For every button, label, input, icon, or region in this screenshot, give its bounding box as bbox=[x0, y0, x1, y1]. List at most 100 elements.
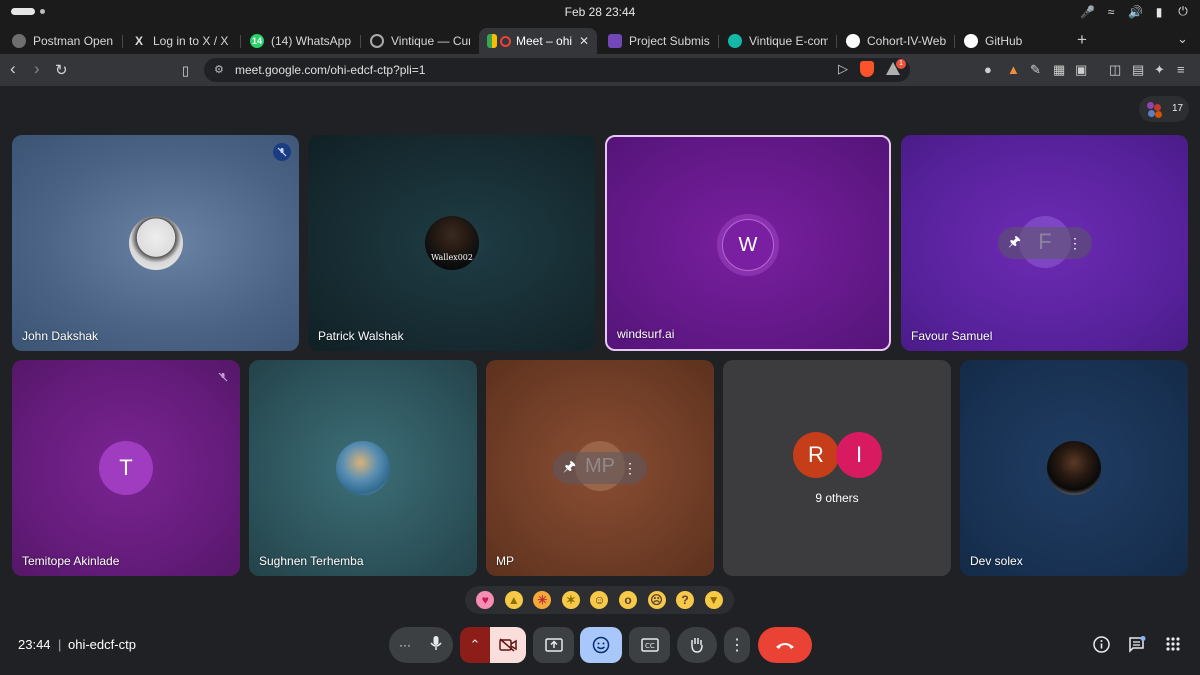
send-to-device-icon[interactable]: ▷ bbox=[838, 61, 848, 77]
participants-chip[interactable]: 17 bbox=[1139, 96, 1189, 122]
tab-project-submission[interactable]: Project Submiss bbox=[600, 28, 718, 54]
tab-whatsapp[interactable]: 14 (14) WhatsApp bbox=[242, 28, 360, 54]
camera-off-button[interactable] bbox=[490, 627, 526, 663]
tab-divider bbox=[954, 35, 955, 48]
tab-divider bbox=[360, 35, 361, 48]
audio-settings-button[interactable]: ··· bbox=[399, 638, 411, 652]
reactions-button[interactable] bbox=[580, 627, 622, 663]
present-screen-button[interactable] bbox=[533, 627, 574, 663]
avatar-caption: Wallex002 bbox=[431, 253, 473, 262]
leo-ai-icon[interactable]: ✦ bbox=[1154, 62, 1165, 78]
participant-tile-favour-samuel[interactable]: F 🖈 ⋮ Favour Samuel bbox=[901, 135, 1188, 351]
present-screen-icon bbox=[544, 638, 563, 652]
clapping-hands-icon[interactable]: ✶ bbox=[561, 591, 580, 609]
tab-meet[interactable]: Meet – ohi ✕ bbox=[479, 28, 597, 54]
sad-face-icon[interactable]: ☹ bbox=[647, 591, 666, 609]
participant-tile-windsurf[interactable]: W windsurf.ai bbox=[605, 135, 891, 351]
pin-icon[interactable]: 🖈 bbox=[563, 456, 576, 480]
extension-icon[interactable]: ● bbox=[984, 62, 992, 77]
system-clock[interactable]: Feb 28 23:44 bbox=[0, 5, 1200, 19]
address-bar[interactable]: ⚙ meet.google.com/ohi-edcf-ctp?pli=1 ▷ 1 bbox=[204, 58, 910, 82]
leave-call-button[interactable] bbox=[758, 627, 812, 663]
tab-github[interactable]: GitHub bbox=[956, 28, 1066, 54]
participant-name: Patrick Walshak bbox=[318, 329, 404, 343]
camera-off-icon bbox=[499, 638, 517, 652]
recording-icon bbox=[500, 35, 511, 47]
thumbs-up-icon[interactable]: ▲ bbox=[504, 591, 523, 609]
tears-of-joy-icon[interactable]: ☺ bbox=[590, 591, 609, 609]
participant-name: Temitope Akinlade bbox=[22, 554, 120, 568]
metamask-icon[interactable]: ▲ bbox=[1007, 62, 1020, 77]
battery-icon: ▮ bbox=[1155, 4, 1163, 19]
participant-tile-dev-solex[interactable]: Dev solex bbox=[960, 360, 1188, 576]
mic-icon: 🎤 bbox=[1080, 4, 1095, 19]
more-options-button[interactable]: ⋮ bbox=[724, 627, 750, 663]
close-tab-icon[interactable]: ✕ bbox=[573, 34, 589, 48]
participant-tile-mp[interactable]: MP 🖈 ⋮ MP bbox=[486, 360, 714, 576]
tab-title: Meet – ohi bbox=[516, 34, 573, 48]
reload-icon[interactable]: ↻ bbox=[55, 61, 68, 79]
others-tile[interactable]: R I 9 others bbox=[723, 360, 951, 576]
tab-search-chevron-icon[interactable]: ⌄ bbox=[1177, 31, 1188, 47]
back-icon[interactable]: ‹ bbox=[10, 59, 16, 79]
pin-icon[interactable]: 🖈 bbox=[1008, 231, 1021, 255]
meeting-time: 23:44 bbox=[18, 637, 51, 652]
brave-shields-icon[interactable] bbox=[860, 61, 874, 77]
more-options-icon[interactable]: ⋮ bbox=[623, 460, 637, 477]
raise-hand-button[interactable] bbox=[677, 627, 717, 663]
captions-icon: CC bbox=[640, 638, 659, 652]
thumbs-down-icon[interactable]: ▼ bbox=[704, 591, 723, 609]
camera-settings-chevron-icon[interactable]: ⌃ bbox=[460, 637, 490, 653]
wallet-icon[interactable]: ▤ bbox=[1132, 62, 1144, 78]
browser-tab-strip: Postman Open S X Log in to X / X 14 (14)… bbox=[0, 24, 1200, 54]
avatar: W bbox=[722, 219, 774, 271]
x-icon: X bbox=[134, 34, 143, 48]
participant-tile-patrick-walshak[interactable]: Wallex002 Patrick Walshak bbox=[308, 135, 595, 351]
forward-icon[interactable]: › bbox=[34, 59, 40, 79]
whatsapp-icon: 14 bbox=[250, 34, 264, 48]
screenshot-icon[interactable]: ▣ bbox=[1075, 62, 1087, 78]
site-info-icon[interactable]: ⚙ bbox=[214, 63, 224, 76]
tab-divider bbox=[836, 35, 837, 48]
participant-tile-sughnen-terhemba[interactable]: Sughnen Terhemba bbox=[249, 360, 477, 576]
tab-postman[interactable]: Postman Open S bbox=[4, 28, 122, 54]
tab-title: Cohort-IV-Web2 bbox=[867, 34, 946, 48]
avatar: R bbox=[793, 432, 839, 478]
avatar bbox=[336, 441, 390, 495]
participant-tile-john-dakshak[interactable]: John Dakshak bbox=[12, 135, 299, 351]
tab-vintique-ecommerce[interactable]: Vintique E-comr bbox=[720, 28, 836, 54]
extensions-puzzle-icon[interactable]: ▦ bbox=[1053, 62, 1065, 78]
party-popper-icon[interactable]: ✳ bbox=[533, 591, 552, 609]
meeting-info-separator: | bbox=[58, 637, 62, 652]
bookmark-icon[interactable]: ▯ bbox=[182, 63, 189, 79]
rewards-badge: 1 bbox=[896, 59, 906, 69]
eyedropper-icon[interactable]: ✎ bbox=[1030, 62, 1041, 78]
tab-cohort-github[interactable]: Cohort-IV-Web2 bbox=[838, 28, 954, 54]
tab-x[interactable]: X Log in to X / X bbox=[124, 28, 240, 54]
audio-control-group: ··· bbox=[389, 627, 453, 663]
forms-icon bbox=[608, 34, 622, 48]
thinking-face-icon[interactable]: ? bbox=[676, 591, 695, 609]
meeting-details-button[interactable] bbox=[1093, 636, 1110, 658]
sparkling-heart-icon[interactable]: ♥ bbox=[476, 591, 495, 609]
surprised-face-icon[interactable]: o bbox=[619, 591, 637, 609]
chat-button[interactable] bbox=[1128, 636, 1146, 659]
new-tab-button[interactable]: + bbox=[1077, 30, 1087, 50]
more-options-icon[interactable]: ⋮ bbox=[1068, 235, 1082, 252]
activities-button[interactable] bbox=[1165, 636, 1181, 657]
info-icon bbox=[1093, 636, 1110, 653]
url-text[interactable]: meet.google.com/ohi-edcf-ctp?pli=1 bbox=[235, 63, 425, 77]
participant-tile-temitope-akinlade[interactable]: T Temitope Akinlade bbox=[12, 360, 240, 576]
sidebar-icon[interactable]: ◫ bbox=[1109, 62, 1121, 78]
camera-control-group: ⌃ bbox=[460, 627, 526, 663]
system-tray[interactable]: 🎤 ≈ 🔊 ▮ ⏻ bbox=[1080, 4, 1190, 19]
os-top-bar: Feb 28 23:44 🎤 ≈ 🔊 ▮ ⏻ bbox=[0, 0, 1200, 24]
tab-divider bbox=[718, 35, 719, 48]
microphone-icon[interactable] bbox=[429, 635, 443, 655]
tab-vintique-cura[interactable]: Vintique — Cura bbox=[362, 28, 478, 54]
captions-button[interactable]: CC bbox=[629, 627, 670, 663]
hang-up-icon bbox=[776, 643, 794, 649]
menu-icon[interactable]: ≡ bbox=[1177, 62, 1185, 77]
chat-icon bbox=[1129, 636, 1146, 653]
meet-icon bbox=[487, 34, 497, 48]
